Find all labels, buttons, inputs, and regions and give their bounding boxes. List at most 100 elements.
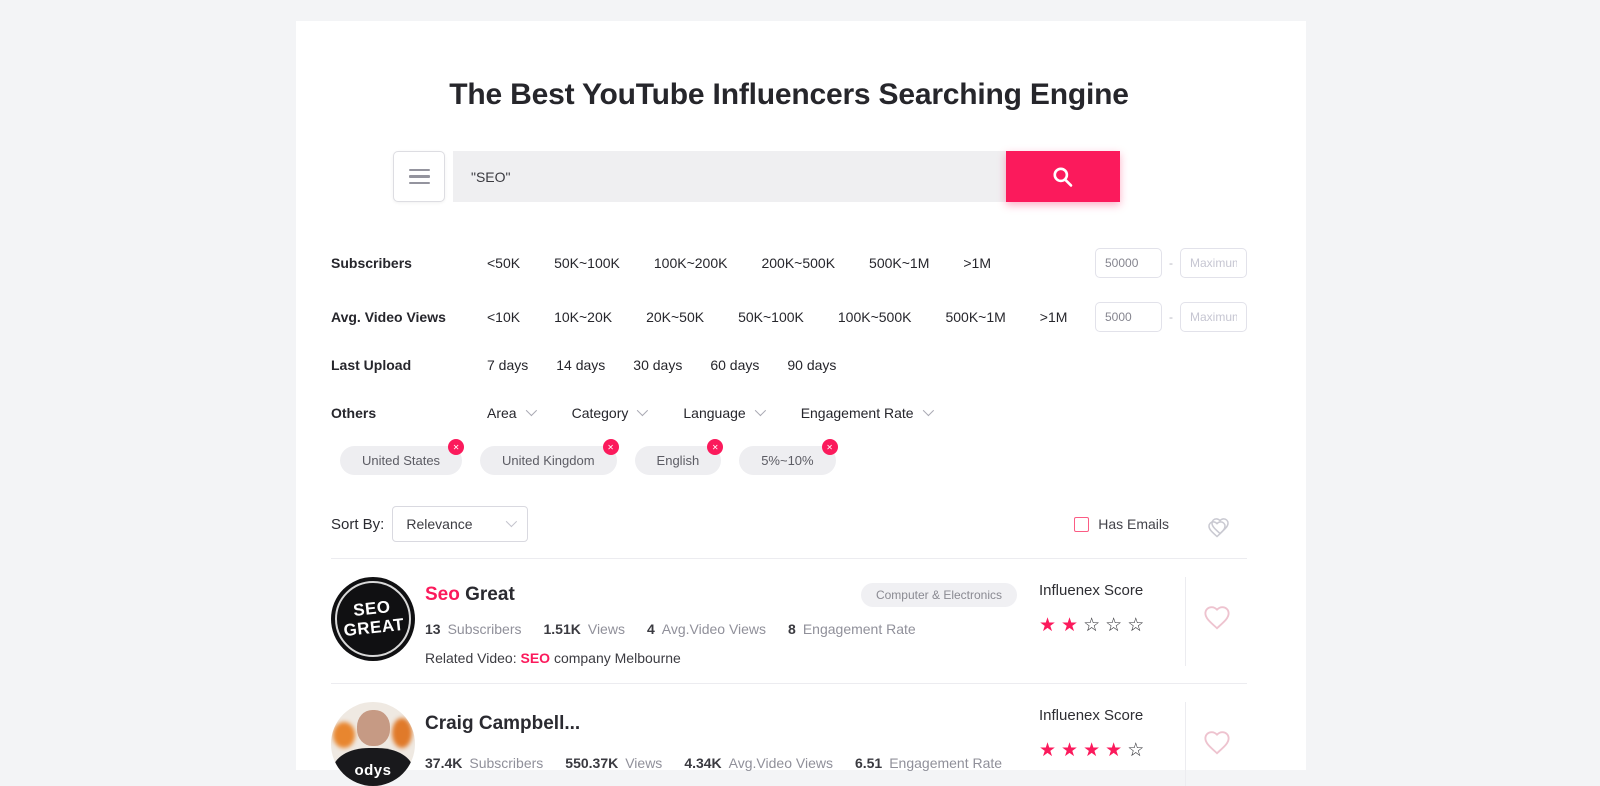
stat-value: 6.51 bbox=[855, 755, 882, 771]
filter-option[interactable]: 7 days bbox=[487, 357, 528, 373]
search-icon bbox=[1050, 164, 1076, 190]
avatar-decoration bbox=[392, 718, 412, 748]
avg-views-max-input[interactable] bbox=[1180, 302, 1247, 332]
stat-value: 37.4K bbox=[425, 755, 462, 771]
chevron-down-icon bbox=[922, 404, 933, 415]
filter-option[interactable]: 100K~500K bbox=[838, 309, 912, 325]
avg-views-range: - bbox=[1095, 302, 1247, 332]
stat-value: 550.37K bbox=[565, 755, 618, 771]
chevron-down-icon bbox=[637, 404, 648, 415]
filter-option[interactable]: 500K~1M bbox=[945, 309, 1005, 325]
filter-row-avg-views: Avg. Video Views <10K 10K~20K 20K~50K 50K~1… bbox=[331, 302, 1247, 332]
avg-views-min-input[interactable] bbox=[1095, 302, 1162, 332]
close-icon[interactable] bbox=[707, 439, 723, 455]
channel-avatar[interactable]: SEO GREAT bbox=[331, 577, 415, 661]
channel-name[interactable]: Seo Great bbox=[425, 584, 515, 606]
filter-tag-label: 5%~10% bbox=[761, 453, 813, 468]
filter-option[interactable]: 90 days bbox=[787, 357, 836, 373]
star-icon: ★ bbox=[1039, 740, 1061, 761]
filter-dropdown-label: Area bbox=[487, 405, 517, 421]
chevron-down-icon bbox=[754, 404, 765, 415]
filter-option[interactable]: 50K~100K bbox=[554, 255, 620, 271]
channel-name-rest: Great bbox=[460, 584, 515, 605]
search-button[interactable] bbox=[1006, 151, 1120, 202]
filter-option[interactable]: 30 days bbox=[633, 357, 682, 373]
filter-dropdown-label: Language bbox=[683, 405, 745, 421]
filter-option[interactable]: <10K bbox=[487, 309, 520, 325]
heart-icon[interactable] bbox=[1202, 728, 1232, 786]
star-icon: ★ bbox=[1061, 740, 1083, 761]
filter-label: Others bbox=[331, 405, 487, 421]
filter-option[interactable]: >1M bbox=[1040, 309, 1068, 325]
star-icon: ★ bbox=[1105, 740, 1127, 761]
stat-label: Avg.Video Views bbox=[662, 621, 766, 637]
channel-name[interactable]: Craig Campbell... bbox=[425, 713, 580, 735]
subscribers-max-input[interactable] bbox=[1180, 248, 1247, 278]
subscribers-min-input[interactable] bbox=[1095, 248, 1162, 278]
filter-option[interactable]: 20K~50K bbox=[646, 309, 704, 325]
filter-tag[interactable]: English bbox=[635, 446, 722, 475]
filter-dropdown[interactable]: Engagement Rate bbox=[801, 405, 931, 421]
result-card: SEO GREAT Seo Great Computer & Electroni… bbox=[331, 558, 1247, 666]
stat-value: 13 bbox=[425, 621, 441, 637]
hamburger-icon bbox=[409, 175, 430, 178]
channel-stat: 8 Engagement Rate bbox=[788, 621, 916, 637]
hamburger-icon bbox=[409, 182, 430, 185]
close-icon[interactable] bbox=[448, 439, 464, 455]
stat-label: Subscribers bbox=[448, 621, 522, 637]
star-icon: ★ bbox=[1061, 615, 1083, 636]
filter-option[interactable]: 14 days bbox=[556, 357, 605, 373]
filter-tag[interactable]: 5%~10% bbox=[739, 446, 835, 475]
filter-dropdown[interactable]: Category bbox=[572, 405, 646, 421]
heart-icon[interactable] bbox=[1202, 603, 1232, 666]
subscribers-range: - bbox=[1095, 248, 1247, 278]
sort-select[interactable]: Relevance bbox=[392, 506, 528, 542]
filter-dropdown[interactable]: Area bbox=[487, 405, 534, 421]
filter-tag[interactable]: United States bbox=[340, 446, 462, 475]
chevron-down-icon bbox=[506, 515, 517, 526]
stat-label: Views bbox=[588, 621, 625, 637]
filter-tag-label: United States bbox=[362, 453, 440, 468]
channel-stat: 1.51K Views bbox=[544, 621, 625, 637]
filter-label: Subscribers bbox=[331, 255, 487, 271]
star-icon: ☆ bbox=[1127, 615, 1149, 636]
search-input[interactable] bbox=[453, 151, 1006, 202]
channel-stat: 6.51 Engagement Rate bbox=[855, 755, 1002, 771]
close-icon[interactable] bbox=[822, 439, 838, 455]
filter-option[interactable]: >1M bbox=[963, 255, 991, 271]
channel-avatar[interactable]: odys bbox=[331, 702, 415, 786]
stat-value: 1.51K bbox=[544, 621, 581, 637]
close-icon[interactable] bbox=[603, 439, 619, 455]
filter-option[interactable]: 10K~20K bbox=[554, 309, 612, 325]
stat-value: 8 bbox=[788, 621, 796, 637]
favorites-icon[interactable] bbox=[1201, 509, 1235, 539]
channel-stat: 37.4K Subscribers bbox=[425, 755, 543, 771]
filter-option[interactable]: 200K~500K bbox=[761, 255, 835, 271]
filter-option[interactable]: 500K~1M bbox=[869, 255, 929, 271]
related-video-highlight: SEO bbox=[520, 650, 550, 666]
filter-tag-label: English bbox=[657, 453, 700, 468]
filter-option[interactable]: 100K~200K bbox=[654, 255, 728, 271]
filter-dropdown[interactable]: Language bbox=[683, 405, 762, 421]
channel-name-highlight: Seo bbox=[425, 584, 460, 605]
filter-label: Last Upload bbox=[331, 357, 487, 373]
menu-button[interactable] bbox=[393, 151, 445, 202]
search-bar bbox=[393, 151, 1120, 202]
range-separator: - bbox=[1169, 310, 1173, 324]
stat-label: Engagement Rate bbox=[803, 621, 916, 637]
avatar-decoration bbox=[357, 710, 390, 746]
filter-tag[interactable]: United Kingdom bbox=[480, 446, 617, 475]
filter-option[interactable]: 50K~100K bbox=[738, 309, 804, 325]
filter-dropdown-label: Engagement Rate bbox=[801, 405, 914, 421]
filter-option[interactable]: 60 days bbox=[710, 357, 759, 373]
filter-option[interactable]: <50K bbox=[487, 255, 520, 271]
has-emails-checkbox[interactable] bbox=[1074, 517, 1089, 532]
avatar-text: odys bbox=[331, 762, 415, 779]
star-icon: ☆ bbox=[1127, 740, 1149, 761]
category-badge: Computer & Electronics bbox=[861, 583, 1017, 607]
filter-label: Avg. Video Views bbox=[331, 309, 487, 325]
stat-label: Avg.Video Views bbox=[729, 755, 833, 771]
stat-value: 4 bbox=[647, 621, 655, 637]
related-video-link[interactable]: Related Video: SEO company Melbourne bbox=[425, 650, 1039, 666]
star-icon: ☆ bbox=[1083, 615, 1105, 636]
